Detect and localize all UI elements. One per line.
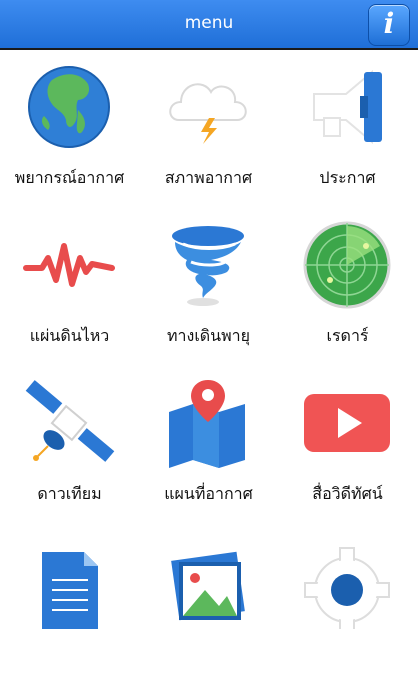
seismograph-icon [23,243,115,287]
cloud-lightning-icon [169,83,247,144]
menu-item-label: ทางเดินพายุ [166,326,251,345]
menu-item-satellite[interactable]: ดาวเทียม [0,368,139,526]
megaphone-icon [313,69,382,145]
gear-icon [304,547,390,629]
menu-item-earthquake[interactable]: แผ่นดินไหว [0,210,139,368]
image-gallery-icon [171,551,245,621]
satellite-icon [25,380,115,462]
menu-item-label: แผ่นดินไหว [29,326,110,345]
top-bar: menu i [0,0,418,50]
document-icon [42,552,98,629]
menu-item-label: พยากรณ์อากาศ [14,168,125,187]
menu-item-label: เรดาร์ [326,326,369,345]
map-pin-icon [169,380,245,468]
menu-item-gallery[interactable] [139,526,278,684]
tornado-icon [172,226,244,306]
menu-item-label: แผนที่อากาศ [164,484,253,503]
page-title: menu [184,13,234,33]
menu-item-label: สื่อวิดีทัศน์ [312,484,383,503]
menu-item-label: ดาวเทียม [37,484,102,503]
menu-item-label: สภาพอากาศ [164,168,253,187]
info-icon: i [383,7,395,40]
menu-item-weather[interactable]: สภาพอากาศ [139,52,278,210]
menu-item-weather-map[interactable]: แผนที่อากาศ [139,368,278,526]
menu-item-document[interactable] [0,526,139,684]
menu-item-label: ประกาศ [319,168,376,187]
menu-item-forecast[interactable]: พยากรณ์อากาศ [0,52,139,210]
menu-item-announcement[interactable]: ประกาศ [278,52,417,210]
menu-item-settings[interactable] [278,526,417,684]
menu-item-radar[interactable]: เรดาร์ [278,210,417,368]
menu-item-video[interactable]: สื่อวิดีทัศน์ [278,368,417,526]
menu-item-storm-track[interactable]: ทางเดินพายุ [139,210,278,368]
info-button[interactable]: i [368,4,410,46]
video-play-icon [304,394,390,452]
radar-icon [303,221,391,309]
globe-icon [28,66,110,148]
